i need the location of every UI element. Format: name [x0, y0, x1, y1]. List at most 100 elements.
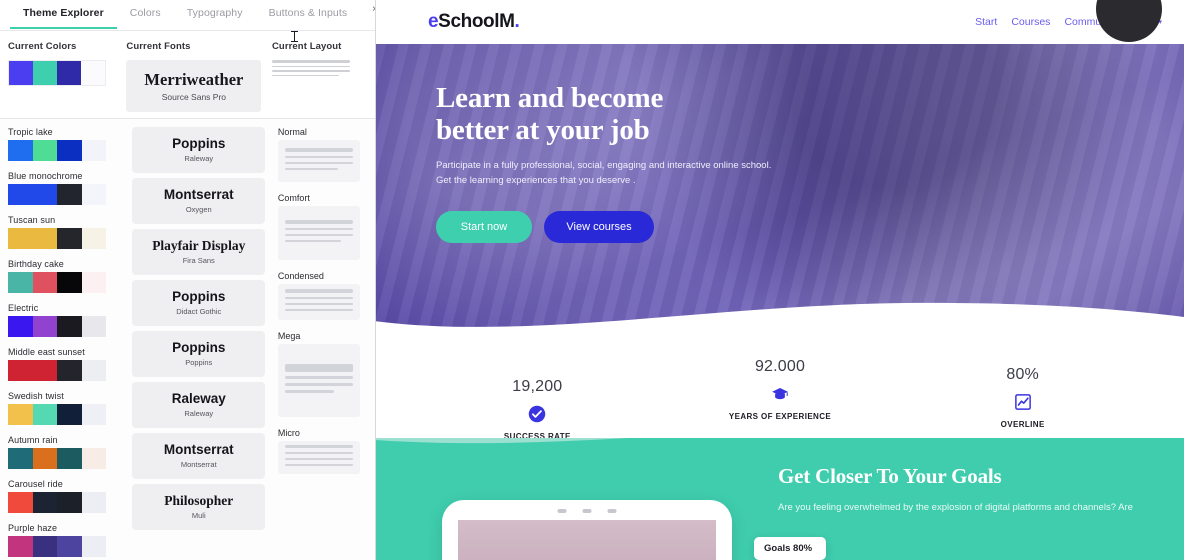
goals-title: Get Closer To Your Goals — [778, 464, 1002, 488]
font-pair-card[interactable]: Philosopher Muli — [132, 484, 266, 530]
layout-name: Mega — [277, 331, 301, 341]
layout-item[interactable]: Mega — [277, 331, 369, 417]
palette-name: Blue monochrome — [8, 171, 83, 181]
palette-swatch — [8, 316, 33, 337]
tab-theme-explorer[interactable]: Theme Explorer — [10, 0, 117, 29]
start-now-button[interactable]: Start now — [436, 210, 532, 243]
palette-swatch — [32, 448, 57, 469]
close-icon[interactable]: × — [366, 0, 375, 20]
font-pair-card[interactable]: Playfair Display Fira Sans — [132, 229, 266, 275]
stat-label: OVERLINE — [1000, 420, 1045, 429]
hero-content: Learn and become better at your job Part… — [376, 44, 1184, 243]
palette-swatch — [57, 184, 82, 205]
font-pair-card[interactable]: Poppins Didact Gothic — [132, 280, 266, 326]
palette-swatch — [57, 492, 82, 513]
palette-name: Tuscan sun — [8, 215, 56, 225]
font-pair-heading: Montserrat — [163, 187, 234, 203]
palette-item[interactable]: Electric — [8, 303, 126, 337]
palette-swatch — [32, 404, 57, 425]
logo-initial: e — [428, 11, 439, 32]
current-font-card[interactable]: Merriweather Source Sans Pro — [126, 60, 262, 112]
palette-swatch — [81, 228, 106, 249]
palette-swatch — [81, 448, 106, 469]
current-colors-group: Current Colors — [8, 41, 126, 118]
font-pair-body: Montserrat — [180, 459, 217, 469]
hero-title: Learn and become better at your job — [436, 82, 846, 146]
view-courses-button[interactable]: View courses — [544, 210, 654, 243]
palette-swatch — [57, 316, 82, 337]
layout-preview — [277, 206, 360, 260]
palette-swatch — [32, 184, 57, 205]
panel-body: Tropic lake Blue monochrome Tuscan sun Birt… — [0, 119, 375, 560]
website-preview: eSchoolM. Start Courses Community Apps ▾… — [376, 0, 1184, 560]
hero-wave-divider — [376, 302, 1184, 334]
tab-buttons-inputs[interactable]: Buttons & Inputs — [256, 0, 361, 27]
current-color-swatch[interactable] — [9, 61, 33, 85]
nav-link-start[interactable]: Start — [975, 16, 997, 28]
palette-swatch — [57, 536, 82, 557]
palette-item[interactable]: Carousel ride — [8, 479, 126, 513]
font-pair-heading: Raleway — [171, 391, 226, 407]
font-pair-card[interactable]: Montserrat Montserrat — [132, 433, 266, 479]
tab-colors[interactable]: Colors — [117, 0, 174, 27]
palette-item[interactable]: Swedish twist — [8, 391, 126, 425]
font-pair-card[interactable]: Poppins Poppins — [132, 331, 266, 377]
site-logo[interactable]: eSchoolM. — [428, 11, 520, 33]
font-pair-card[interactable]: Montserrat Oxygen — [132, 178, 266, 224]
tab-typography[interactable]: Typography — [174, 0, 256, 27]
palette-name: Swedish twist — [8, 391, 64, 401]
palette-item[interactable]: Tuscan sun — [8, 215, 126, 249]
palette-swatch — [32, 492, 57, 513]
layout-item[interactable]: Normal — [277, 127, 369, 182]
palette-item[interactable]: Tropic lake — [8, 127, 126, 161]
palette-item[interactable]: Middle east sunset — [8, 347, 126, 381]
site-navbar: eSchoolM. Start Courses Community Apps ▾ — [376, 0, 1184, 44]
layout-item[interactable]: Condensed — [277, 271, 369, 320]
palette-item[interactable]: Purple haze — [8, 523, 126, 557]
palette-name: Birthday cake — [8, 259, 64, 269]
palette-swatches — [8, 404, 106, 425]
palette-item[interactable]: Blue monochrome — [8, 171, 126, 205]
current-colors-swatches[interactable] — [8, 60, 106, 86]
palette-item[interactable]: Birthday cake — [8, 259, 126, 293]
font-pair-heading: Poppins — [172, 289, 226, 305]
palette-list[interactable]: Tropic lake Blue monochrome Tuscan sun Birt… — [8, 127, 126, 560]
font-pair-heading: Playfair Display — [152, 238, 246, 254]
nav-link-courses[interactable]: Courses — [1011, 16, 1050, 28]
current-layout-label: Current Layout — [271, 41, 342, 52]
layout-name: Comfort — [277, 193, 310, 203]
text-cursor-icon — [290, 31, 298, 42]
palette-swatch — [57, 272, 82, 293]
panel-tab-bar: Theme Explorer Colors Typography Buttons… — [0, 0, 375, 31]
current-color-swatch[interactable] — [57, 61, 81, 85]
palette-name: Purple haze — [8, 523, 58, 533]
palette-swatch — [8, 448, 33, 469]
current-layout-preview[interactable] — [271, 60, 350, 77]
palette-swatch — [8, 360, 33, 381]
current-color-swatch[interactable] — [81, 61, 105, 85]
font-pair-body: Raleway — [184, 153, 214, 163]
layout-item[interactable]: Comfort — [277, 193, 369, 260]
font-pair-heading: Poppins — [172, 340, 226, 356]
device-camera-icon — [557, 509, 617, 513]
hero-subtitle: Participate in a fully professional, soc… — [436, 160, 772, 187]
font-pair-list[interactable]: Poppins Raleway Montserrat Oxygen Playfair D… — [126, 127, 272, 560]
font-pair-card[interactable]: Poppins Raleway — [132, 127, 266, 173]
palette-swatch — [57, 228, 82, 249]
palette-swatch — [32, 140, 57, 161]
palette-swatches — [8, 184, 106, 205]
current-font-heading: Merriweather — [144, 70, 244, 89]
palette-swatch — [81, 140, 106, 161]
font-pair-card[interactable]: Raleway Raleway — [132, 382, 266, 428]
current-color-swatch[interactable] — [33, 61, 57, 85]
stat-value: 80% — [1006, 366, 1039, 383]
palette-swatches — [8, 272, 106, 293]
palette-swatches — [8, 536, 106, 557]
palette-swatch — [57, 140, 82, 161]
layout-list[interactable]: Normal Comfort Condensed Mega Micro — [272, 127, 369, 560]
avatar[interactable] — [1096, 0, 1162, 42]
layout-item[interactable]: Micro — [277, 428, 369, 474]
palette-swatches — [8, 448, 106, 469]
palette-name: Electric — [8, 303, 39, 313]
palette-item[interactable]: Autumn rain — [8, 435, 126, 469]
